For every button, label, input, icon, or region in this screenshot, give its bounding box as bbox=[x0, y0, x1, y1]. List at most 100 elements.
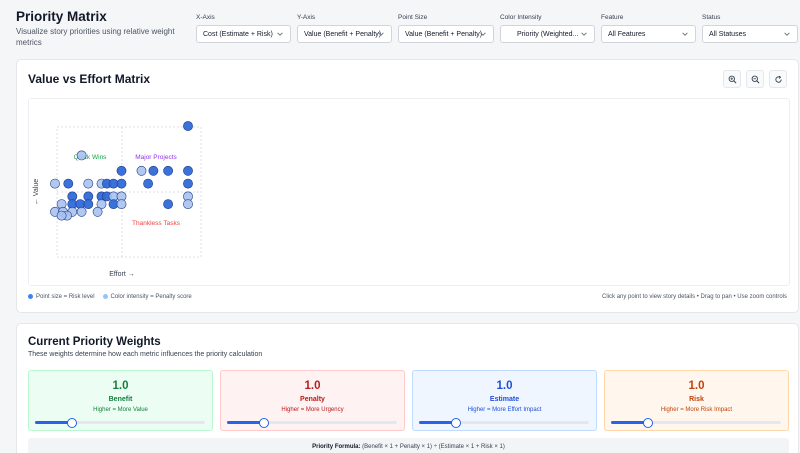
data-point-8[interactable] bbox=[50, 178, 60, 189]
data-point-6[interactable] bbox=[163, 165, 173, 176]
chevron-down-icon bbox=[480, 32, 486, 36]
weight-estimate: 1.0 Estimate Higher = More Effort Impact bbox=[412, 370, 597, 431]
legend-color-text: Color intensity = Penalty score bbox=[110, 294, 192, 301]
legend-color-dot bbox=[102, 294, 108, 299]
zoom-out-button[interactable] bbox=[746, 70, 764, 88]
data-point-9[interactable] bbox=[63, 178, 74, 189]
data-point-27[interactable] bbox=[83, 199, 94, 209]
status-label: Status bbox=[702, 14, 721, 21]
x-axis-label: X-Axis bbox=[196, 14, 215, 21]
data-point-3[interactable] bbox=[116, 165, 127, 176]
formula-text: (Benefit × 1 + Penalty × 1) ÷ (Estimate … bbox=[362, 444, 505, 450]
legend-color: Color intensity = Penalty score bbox=[102, 294, 192, 301]
weight-risk: 1.0 Risk Higher = More Risk Impact bbox=[604, 370, 789, 431]
data-point-10[interactable] bbox=[83, 178, 94, 189]
data-point-16[interactable] bbox=[183, 178, 193, 189]
interaction-hint: Click any point to view story details • … bbox=[602, 294, 787, 300]
weight-penalty-value: 1.0 bbox=[304, 380, 321, 392]
feature-value: All Features bbox=[608, 30, 646, 38]
weight-estimate-desc: Higher = More Effort Impact bbox=[467, 407, 542, 413]
risk-slider[interactable] bbox=[611, 418, 781, 428]
weights-card: Current Priority Weights These weights d… bbox=[16, 323, 799, 453]
x-axis-value: Cost (Estimate + Risk) bbox=[203, 30, 273, 38]
point-size-label: Point Size bbox=[398, 14, 428, 21]
reset-zoom-button[interactable] bbox=[769, 70, 787, 88]
color-intensity-label: Color Intensity bbox=[500, 14, 542, 21]
benefit-slider-thumb[interactable] bbox=[67, 418, 78, 428]
chevron-down-icon bbox=[784, 32, 790, 36]
data-point-14[interactable] bbox=[116, 178, 127, 189]
chart-legend: Point size = Risk level Color intensity … bbox=[28, 294, 192, 300]
data-point-4[interactable] bbox=[136, 165, 147, 176]
weights-subtitle: These weights determine how each metric … bbox=[28, 351, 263, 358]
y-axis-label: Y-Axis bbox=[297, 14, 316, 21]
chevron-down-icon bbox=[378, 32, 384, 36]
y-axis-title: ← Value bbox=[33, 179, 40, 205]
risk-slider-thumb[interactable] bbox=[643, 418, 654, 428]
data-point-15[interactable] bbox=[143, 178, 153, 189]
y-axis-select[interactable]: Value (Benefit + Penalty) bbox=[297, 25, 392, 43]
weight-penalty-desc: Higher = More Urgency bbox=[281, 407, 344, 413]
priority-formula: Priority Formula: (Benefit × 1 + Penalty… bbox=[28, 438, 789, 453]
data-point-32[interactable] bbox=[183, 199, 193, 209]
point-size-value: Value (Benefit + Penalty) bbox=[405, 30, 483, 38]
feature-label: Feature bbox=[601, 14, 624, 21]
weight-risk-value: 1.0 bbox=[688, 380, 705, 392]
weight-risk-desc: Higher = More Risk Impact bbox=[660, 407, 733, 413]
data-point-5[interactable] bbox=[148, 165, 159, 176]
point-size-filter: Point Size Value (Benefit + Penalty) bbox=[398, 14, 494, 43]
weights-title: Current Priority Weights bbox=[28, 336, 161, 348]
weight-benefit-value: 1.0 bbox=[112, 380, 129, 392]
page-header: Priority Matrix Visualize story prioriti… bbox=[0, 0, 800, 56]
scatter-plot[interactable]: Quick Wins Major Projects Thankless Task… bbox=[29, 99, 791, 287]
formula-label: Priority Formula: bbox=[312, 444, 361, 450]
data-point-2[interactable] bbox=[76, 150, 87, 161]
data-point-31[interactable] bbox=[163, 199, 173, 209]
reset-icon bbox=[774, 75, 782, 83]
color-intensity-value: Priority (Weighted... bbox=[517, 30, 579, 38]
data-point-30[interactable] bbox=[116, 199, 127, 209]
chevron-down-icon bbox=[682, 32, 688, 36]
chevron-down-icon bbox=[277, 32, 283, 36]
data-point-36[interactable] bbox=[76, 206, 87, 217]
matrix-card: Value vs Effort Matrix Quick Wins Major … bbox=[16, 59, 799, 313]
weight-estimate-value: 1.0 bbox=[496, 380, 513, 392]
x-axis-select[interactable]: Cost (Estimate + Risk) bbox=[196, 25, 291, 43]
estimate-slider-thumb[interactable] bbox=[451, 418, 462, 428]
legend-size: Point size = Risk level bbox=[28, 294, 95, 300]
data-point-1[interactable] bbox=[183, 121, 193, 131]
color-intensity-select[interactable]: Priority (Weighted... bbox=[500, 25, 595, 43]
zoom-in-icon bbox=[728, 75, 736, 83]
weight-estimate-name: Estimate bbox=[489, 396, 520, 403]
y-axis-filter: Y-Axis Value (Benefit + Penalty) bbox=[297, 14, 392, 43]
weight-benefit: 1.0 Benefit Higher = More Value bbox=[28, 370, 213, 431]
penalty-slider[interactable] bbox=[227, 418, 397, 428]
penalty-slider-thumb[interactable] bbox=[259, 418, 270, 428]
x-axis-title: Effort → bbox=[109, 271, 135, 278]
point-size-select[interactable]: Value (Benefit + Penalty) bbox=[398, 25, 494, 43]
y-axis-value: Value (Benefit + Penalty) bbox=[304, 30, 382, 38]
zoom-in-button[interactable] bbox=[723, 70, 741, 88]
legend-size-text: Point size = Risk level bbox=[36, 294, 95, 301]
data-point-37[interactable] bbox=[92, 206, 103, 217]
data-point-7[interactable] bbox=[183, 165, 193, 176]
status-select[interactable]: All Statuses bbox=[702, 25, 798, 43]
chevron-down-icon bbox=[581, 32, 587, 36]
scatter-plot-area[interactable]: Quick Wins Major Projects Thankless Task… bbox=[28, 98, 790, 286]
estimate-slider[interactable] bbox=[419, 418, 589, 428]
status-filter: Status All Statuses bbox=[702, 14, 798, 43]
x-axis-filter: X-Axis Cost (Estimate + Risk) bbox=[196, 14, 291, 43]
feature-filter: Feature All Features bbox=[601, 14, 696, 43]
quadrant-label-major-projects: Major Projects bbox=[135, 154, 177, 161]
weight-risk-name: Risk bbox=[689, 396, 704, 403]
legend-size-dot bbox=[28, 294, 33, 299]
data-point-39[interactable] bbox=[56, 210, 67, 221]
weight-benefit-desc: Higher = More Value bbox=[93, 407, 148, 413]
benefit-slider[interactable] bbox=[35, 418, 205, 428]
zoom-out-icon bbox=[751, 75, 759, 83]
weight-benefit-name: Benefit bbox=[108, 396, 133, 403]
matrix-title: Value vs Effort Matrix bbox=[28, 72, 151, 86]
weight-penalty-name: Penalty bbox=[300, 396, 325, 403]
weight-penalty: 1.0 Penalty Higher = More Urgency bbox=[220, 370, 405, 431]
feature-select[interactable]: All Features bbox=[601, 25, 696, 43]
